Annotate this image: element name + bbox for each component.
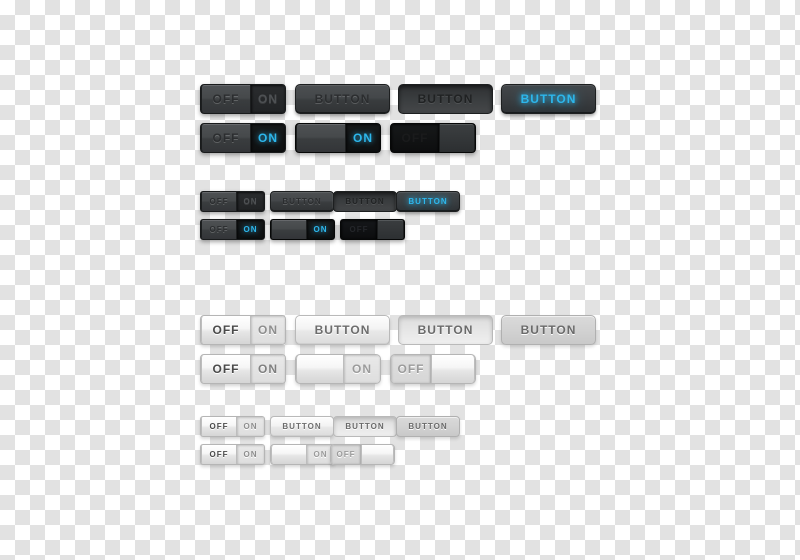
toggle-track[interactable]: ON (344, 355, 380, 383)
toggle-knob[interactable]: OFF (201, 124, 251, 152)
toggle-track[interactable]: ON (346, 124, 380, 152)
toggle-track[interactable]: ON (251, 85, 285, 113)
toggle-knob[interactable]: OFF (201, 220, 237, 239)
button-light-small-normal[interactable]: BUTTON (270, 416, 334, 437)
toggle-knob[interactable] (431, 355, 475, 383)
button-dark-large-pressed[interactable]: BUTTON (398, 84, 493, 114)
toggle-off-light-large[interactable]: OFF ON (200, 315, 286, 345)
button-light-large-pressed[interactable]: BUTTON (398, 315, 493, 345)
button-light-small-pressed[interactable]: BUTTON (333, 416, 397, 437)
button-dark-large-normal[interactable]: BUTTON (295, 84, 390, 114)
toggle-track[interactable]: ON (251, 124, 285, 152)
toggle-off-dark-large-deep[interactable]: OFF (390, 123, 476, 153)
toggle-knob[interactable]: OFF (201, 417, 237, 436)
button-light-large-flat[interactable]: BUTTON (501, 315, 596, 345)
toggle-track[interactable]: ON (307, 220, 334, 239)
toggle-off-light-large-right[interactable]: OFF (390, 354, 476, 384)
toggle-knob[interactable]: OFF (201, 192, 237, 211)
toggle-knob[interactable]: OFF (201, 85, 251, 113)
toggle-off-dark-small[interactable]: OFF ON (200, 191, 265, 212)
toggle-track[interactable]: ON (237, 220, 264, 239)
toggle-on-dark-small-cyan[interactable]: OFF ON (200, 219, 265, 240)
toggle-on-dark-large-cyan[interactable]: OFF ON (200, 123, 286, 153)
toggle-knob[interactable]: OFF (201, 445, 237, 464)
toggle-off-dark-small-deep[interactable]: OFF (340, 219, 405, 240)
toggle-on-dark-small-blank[interactable]: ON (270, 219, 335, 240)
toggle-track[interactable]: ON (237, 445, 264, 464)
toggle-track[interactable]: OFF (391, 124, 439, 152)
toggle-off-light-small-dup[interactable]: OFF ON (200, 444, 265, 465)
toggle-knob[interactable]: OFF (201, 355, 251, 383)
toggle-track[interactable]: OFF (341, 220, 377, 239)
toggle-knob[interactable] (271, 445, 307, 464)
toggle-on-dark-large-knobleft-blank[interactable]: ON (295, 123, 381, 153)
toggle-track[interactable]: ON (237, 417, 264, 436)
toggle-track[interactable]: OFF (331, 445, 361, 464)
button-dark-small-pressed[interactable]: BUTTON (333, 191, 397, 212)
toggle-knob[interactable] (296, 124, 346, 152)
toggle-off-light-large-dup[interactable]: OFF ON (200, 354, 286, 384)
toggle-track[interactable]: ON (237, 192, 264, 211)
toggle-knob[interactable] (296, 355, 344, 383)
toggle-on-light-large-blank[interactable]: ON (295, 354, 381, 384)
button-dark-large-glow[interactable]: BUTTON (501, 84, 596, 114)
toggle-knob[interactable] (439, 124, 475, 152)
toggle-track[interactable]: ON (251, 316, 285, 344)
button-light-small-flat[interactable]: BUTTON (396, 416, 460, 437)
toggle-off-light-small-right[interactable]: OFF (330, 444, 395, 465)
toggle-track[interactable]: OFF (391, 355, 431, 383)
ui-kit-canvas: OFF ON BUTTON BUTTON BUTTON OFF ON ON OF… (0, 0, 800, 560)
toggle-knob[interactable] (361, 445, 394, 464)
toggle-off-light-small[interactable]: OFF ON (200, 416, 265, 437)
button-light-large-normal[interactable]: BUTTON (295, 315, 390, 345)
toggle-off-dark-large[interactable]: OFF ON (200, 84, 286, 114)
toggle-on-light-small-blank[interactable]: ON (270, 444, 335, 465)
toggle-knob[interactable]: OFF (201, 316, 251, 344)
toggle-track[interactable]: ON (251, 355, 285, 383)
button-dark-small-glow[interactable]: BUTTON (396, 191, 460, 212)
toggle-knob[interactable] (271, 220, 307, 239)
toggle-knob[interactable] (377, 220, 404, 239)
button-dark-small-normal[interactable]: BUTTON (270, 191, 334, 212)
